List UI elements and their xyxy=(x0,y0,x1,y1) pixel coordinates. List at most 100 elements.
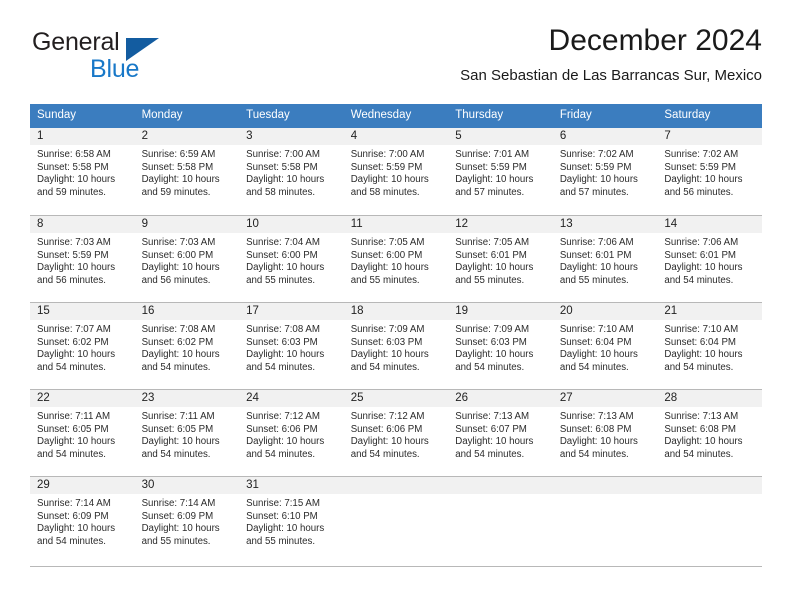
calendar-week-row: 8 Sunrise: 7:03 AM Sunset: 5:59 PM Daylight… xyxy=(30,215,762,302)
calendar-day-cell[interactable]: 3 Sunrise: 7:00 AM Sunset: 5:58 PM Daylight… xyxy=(239,128,344,215)
daylight-duration-line2: and 58 minutes. xyxy=(246,186,316,198)
calendar-day-cell[interactable]: 11 Sunrise: 7:05 AM Sunset: 6:00 PM Dayligh… xyxy=(343,215,449,302)
daylight-duration-line1: Daylight: 10 hours xyxy=(664,436,743,448)
calendar-day-cell[interactable]: 8 Sunrise: 7:03 AM Sunset: 5:59 PM Daylight… xyxy=(30,215,135,302)
calendar-day-cell[interactable]: 17 Sunrise: 7:08 AM Sunset: 6:03 PM Dayligh… xyxy=(239,302,344,389)
day-details: Sunrise: 6:58 AM Sunset: 5:58 PM Daylight:… xyxy=(30,145,135,199)
sunset-time: Sunset: 6:00 PM xyxy=(350,249,423,261)
calendar-day-cell[interactable]: 25 Sunrise: 7:12 AM Sunset: 6:06 PM Dayligh… xyxy=(343,389,449,476)
sunset-time: Sunset: 6:03 PM xyxy=(350,336,423,348)
sunset-time: Sunset: 5:58 PM xyxy=(37,161,109,173)
calendar-day-cell[interactable]: 10 Sunrise: 7:04 AM Sunset: 6:00 PM Dayligh… xyxy=(239,215,344,302)
calendar-day-cell[interactable]: 13 Sunrise: 7:06 AM Sunset: 6:01 PM Dayligh… xyxy=(552,215,658,302)
daylight-duration-line1: Daylight: 10 hours xyxy=(455,262,534,274)
day-details: Sunrise: 7:08 AM Sunset: 6:02 PM Daylight:… xyxy=(135,320,240,374)
calendar-day-cell[interactable]: 24 Sunrise: 7:12 AM Sunset: 6:06 PM Dayligh… xyxy=(239,389,344,476)
sunrise-time: Sunrise: 6:58 AM xyxy=(37,149,111,160)
day-number: 13 xyxy=(552,216,658,233)
calendar-day-cell[interactable]: 30 Sunrise: 7:14 AM Sunset: 6:09 PM Dayligh… xyxy=(134,476,240,563)
daylight-duration-line1: Daylight: 10 hours xyxy=(141,523,220,535)
sunrise-time: Sunrise: 7:02 AM xyxy=(559,149,634,160)
calendar-day-cell[interactable]: 19 Sunrise: 7:09 AM Sunset: 6:03 PM Dayligh… xyxy=(448,302,553,389)
sunrise-time: Sunrise: 6:59 AM xyxy=(141,149,216,160)
day-number: 22 xyxy=(30,390,135,407)
day-details: Sunrise: 7:13 AM Sunset: 6:08 PM Daylight:… xyxy=(657,407,762,461)
daylight-duration-line2: and 54 minutes. xyxy=(246,448,316,460)
daylight-duration-line1: Daylight: 10 hours xyxy=(455,436,534,448)
daylight-duration-line2: and 54 minutes. xyxy=(559,361,629,373)
sunrise-time: Sunrise: 7:13 AM xyxy=(664,411,739,422)
calendar-week-row: 29 Sunrise: 7:14 AM Sunset: 6:09 PM Dayligh… xyxy=(30,476,762,563)
sunset-time: Sunset: 6:09 PM xyxy=(37,510,109,522)
calendar-day-cell[interactable]: 22 Sunrise: 7:11 AM Sunset: 6:05 PM Dayligh… xyxy=(30,389,135,476)
sunrise-time: Sunrise: 7:13 AM xyxy=(559,411,634,422)
calendar-day-cell[interactable]: 16 Sunrise: 7:08 AM Sunset: 6:02 PM Dayligh… xyxy=(134,302,240,389)
calendar-day-cell[interactable]: 9 Sunrise: 7:03 AM Sunset: 6:00 PM Daylight… xyxy=(134,215,240,302)
calendar-day-cell[interactable]: 27 Sunrise: 7:13 AM Sunset: 6:08 PM Dayligh… xyxy=(552,389,658,476)
daylight-duration-line2: and 56 minutes. xyxy=(141,274,211,286)
day-number: 18 xyxy=(343,303,449,320)
daylight-duration-line2: and 54 minutes. xyxy=(455,361,525,373)
calendar-day-cell[interactable]: 6 Sunrise: 7:02 AM Sunset: 5:59 PM Daylight… xyxy=(552,128,658,215)
daylight-duration-line1: Daylight: 10 hours xyxy=(246,174,325,186)
calendar-day-cell[interactable]: 4 Sunrise: 7:00 AM Sunset: 5:59 PM Daylight… xyxy=(343,128,449,215)
weekday-header-sunday: Sunday xyxy=(30,104,135,128)
calendar-day-cell[interactable]: 14 Sunrise: 7:06 AM Sunset: 6:01 PM Dayligh… xyxy=(657,215,762,302)
sunset-time: Sunset: 5:59 PM xyxy=(664,161,736,173)
daylight-duration-line1: Daylight: 10 hours xyxy=(246,523,325,535)
sunset-time: Sunset: 6:01 PM xyxy=(664,249,736,261)
calendar-day-cell[interactable]: 21 Sunrise: 7:10 AM Sunset: 6:04 PM Dayligh… xyxy=(657,302,762,389)
calendar-day-cell[interactable]: 7 Sunrise: 7:02 AM Sunset: 5:59 PM Daylight… xyxy=(657,128,762,215)
calendar-day-cell[interactable]: 28 Sunrise: 7:13 AM Sunset: 6:08 PM Dayligh… xyxy=(657,389,762,476)
daylight-duration-line2: and 55 minutes. xyxy=(246,274,316,286)
weekday-header-wednesday: Wednesday xyxy=(343,104,449,128)
weekday-header-saturday: Saturday xyxy=(657,104,762,128)
sunrise-time: Sunrise: 7:00 AM xyxy=(246,149,320,160)
daylight-duration-line1: Daylight: 10 hours xyxy=(559,436,638,448)
sunrise-time: Sunrise: 7:09 AM xyxy=(350,324,425,335)
day-number: 21 xyxy=(657,303,762,320)
sunset-time: Sunset: 6:04 PM xyxy=(664,336,736,348)
calendar-day-cell[interactable]: 26 Sunrise: 7:13 AM Sunset: 6:07 PM Dayligh… xyxy=(448,389,553,476)
day-number: 7 xyxy=(657,128,762,145)
sunset-time: Sunset: 6:03 PM xyxy=(455,336,527,348)
day-details: Sunrise: 6:59 AM Sunset: 5:58 PM Daylight:… xyxy=(135,145,240,199)
calendar-day-cell[interactable]: 20 Sunrise: 7:10 AM Sunset: 6:04 PM Dayligh… xyxy=(552,302,658,389)
calendar-day-cell[interactable]: 1 Sunrise: 6:58 AM Sunset: 5:58 PM Daylight… xyxy=(30,128,135,215)
day-details: Sunrise: 7:00 AM Sunset: 5:59 PM Daylight:… xyxy=(344,145,449,199)
brand-logo[interactable]: General Blue xyxy=(30,26,260,88)
calendar-day-cell[interactable]: 2 Sunrise: 6:59 AM Sunset: 5:58 PM Daylight… xyxy=(134,128,240,215)
sunset-time: Sunset: 6:08 PM xyxy=(664,423,736,435)
daylight-duration-line1: Daylight: 10 hours xyxy=(664,349,743,361)
calendar-day-cell[interactable]: 5 Sunrise: 7:01 AM Sunset: 5:59 PM Daylight… xyxy=(448,128,553,215)
sunrise-time: Sunrise: 7:07 AM xyxy=(37,324,111,335)
calendar-day-cell[interactable]: 18 Sunrise: 7:09 AM Sunset: 6:03 PM Dayligh… xyxy=(343,302,449,389)
calendar-week-row: 22 Sunrise: 7:11 AM Sunset: 6:05 PM Dayligh… xyxy=(30,389,762,476)
sunset-time: Sunset: 6:04 PM xyxy=(559,336,632,348)
sunset-time: Sunset: 6:10 PM xyxy=(246,510,318,522)
calendar-day-cell[interactable]: 12 Sunrise: 7:05 AM Sunset: 6:01 PM Dayligh… xyxy=(448,215,553,302)
daylight-duration-line2: and 54 minutes. xyxy=(664,448,734,460)
day-number xyxy=(448,477,553,494)
calendar-day-cell[interactable]: 23 Sunrise: 7:11 AM Sunset: 6:05 PM Dayligh… xyxy=(134,389,240,476)
day-number xyxy=(552,477,658,494)
calendar-cell-empty xyxy=(552,476,658,563)
sunset-time: Sunset: 5:58 PM xyxy=(141,161,214,173)
sunrise-time: Sunrise: 7:11 AM xyxy=(37,411,111,422)
sunset-time: Sunset: 5:59 PM xyxy=(350,161,423,173)
calendar-day-cell[interactable]: 31 Sunrise: 7:15 AM Sunset: 6:10 PM Dayligh… xyxy=(239,476,344,563)
sunset-time: Sunset: 6:00 PM xyxy=(246,249,318,261)
calendar-day-cell[interactable]: 29 Sunrise: 7:14 AM Sunset: 6:09 PM Dayligh… xyxy=(30,476,135,563)
daylight-duration-line2: and 59 minutes. xyxy=(37,186,106,198)
calendar-day-cell[interactable]: 15 Sunrise: 7:07 AM Sunset: 6:02 PM Dayligh… xyxy=(30,302,135,389)
day-number: 15 xyxy=(30,303,135,320)
sunrise-time: Sunrise: 7:11 AM xyxy=(141,411,215,422)
daylight-duration-line1: Daylight: 10 hours xyxy=(37,436,116,448)
daylight-duration-line2: and 55 minutes. xyxy=(246,535,316,547)
day-details: Sunrise: 7:03 AM Sunset: 5:59 PM Daylight:… xyxy=(30,233,135,287)
sunset-time: Sunset: 6:08 PM xyxy=(559,423,632,435)
day-details: Sunrise: 7:14 AM Sunset: 6:09 PM Daylight:… xyxy=(30,494,135,548)
day-details: Sunrise: 7:02 AM Sunset: 5:59 PM Daylight:… xyxy=(553,145,658,199)
sunrise-time: Sunrise: 7:03 AM xyxy=(141,237,216,248)
calendar-header-row: Sunday Monday Tuesday Wednesday Thursday… xyxy=(30,104,762,128)
